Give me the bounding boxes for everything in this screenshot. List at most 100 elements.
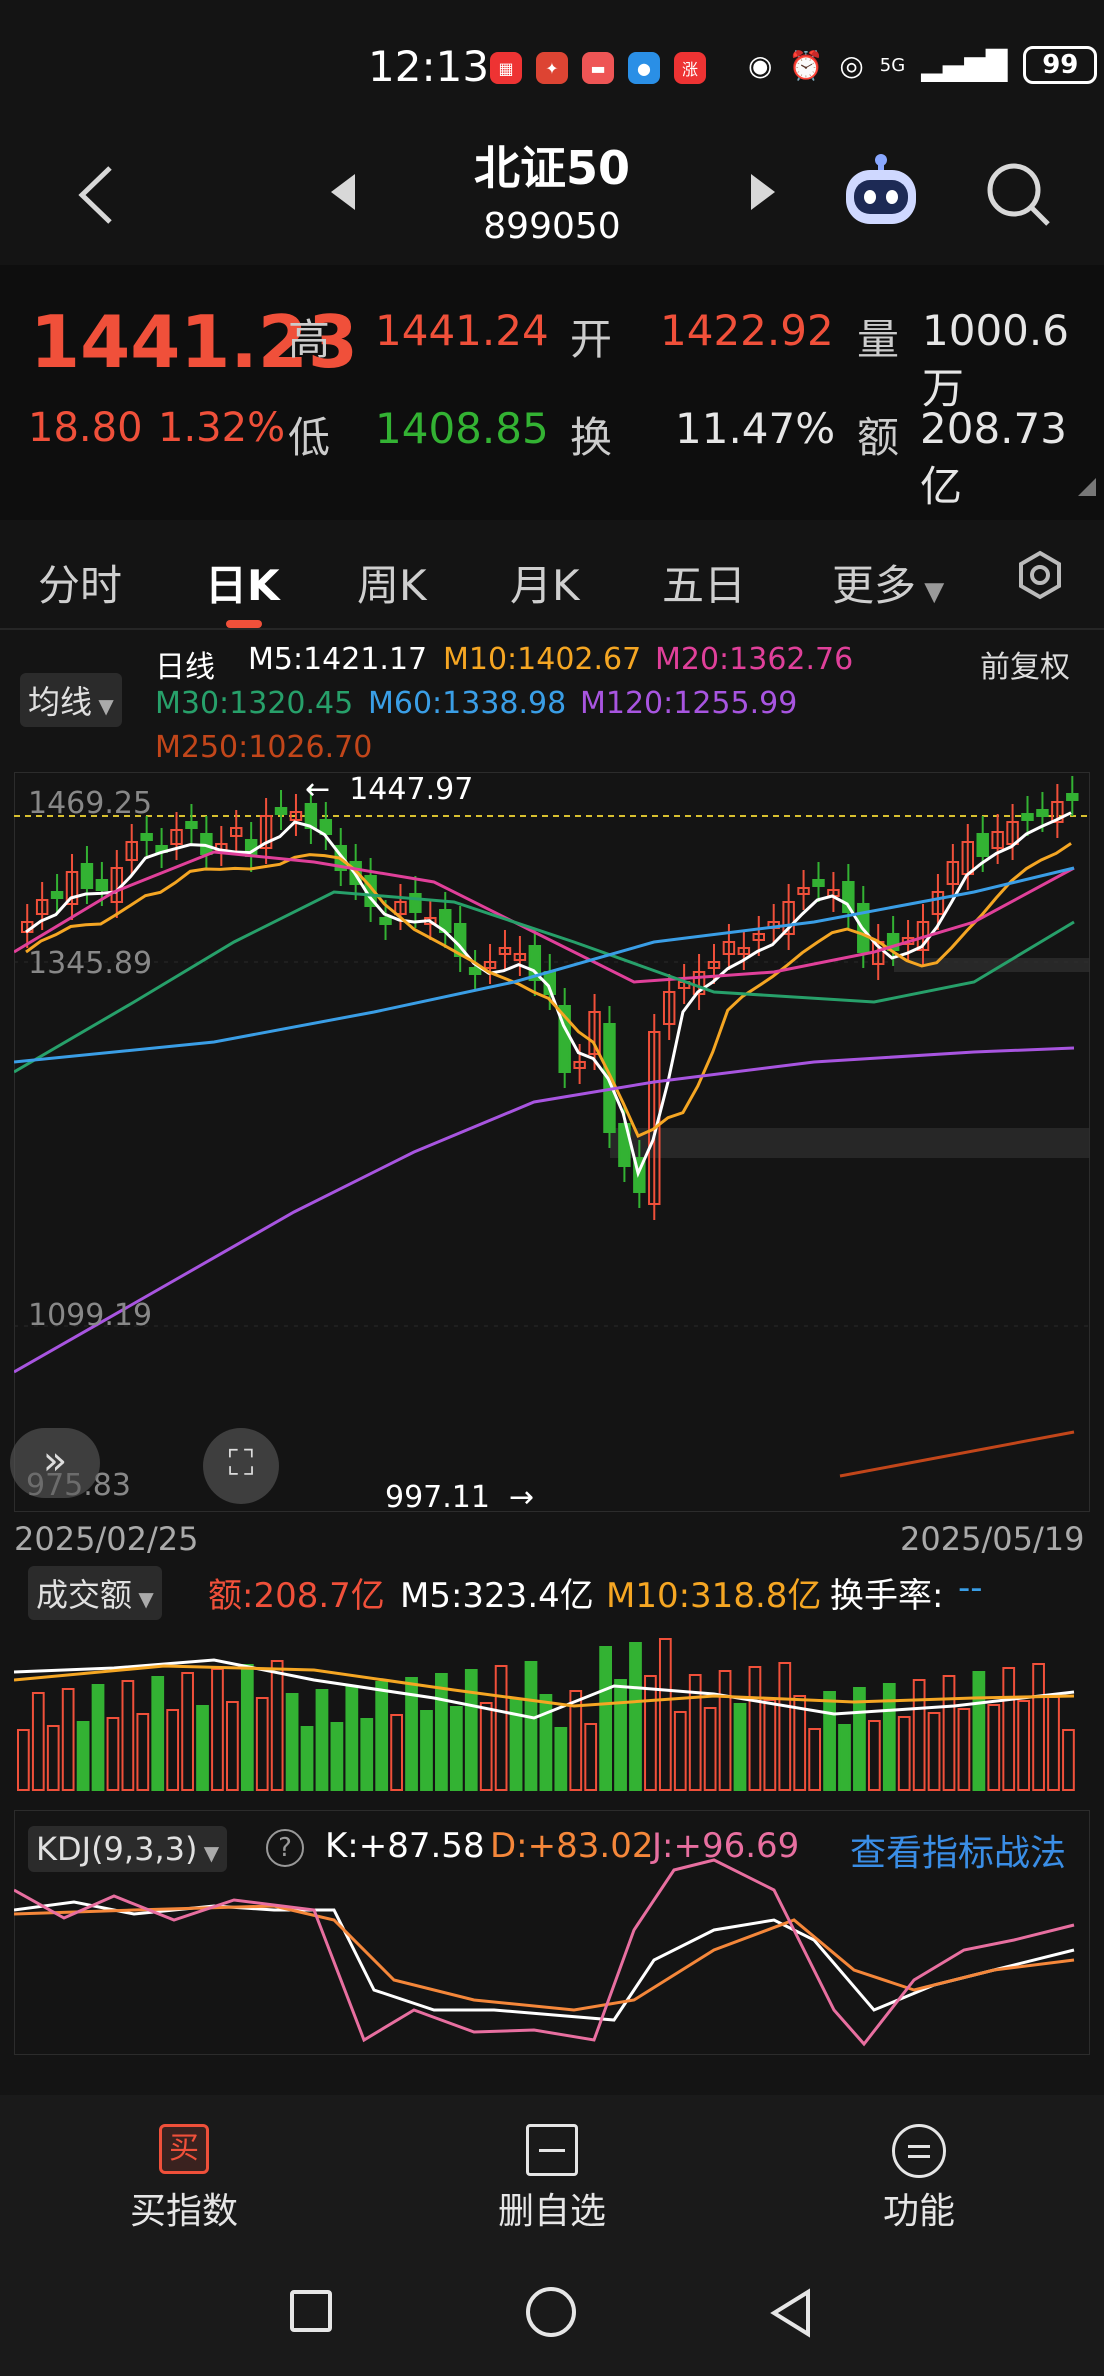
kdj-j-line <box>14 1858 1075 2047</box>
ma-m20: M20:1362.76 <box>655 642 854 677</box>
fullscreen-icon[interactable]: ⛶ <box>203 1428 279 1504</box>
volume-bar <box>524 1661 538 1791</box>
volume-chart[interactable] <box>14 1610 1090 1806</box>
price-band <box>610 1128 1090 1158</box>
volume-bar <box>942 1675 956 1791</box>
volume-bar <box>778 1662 792 1791</box>
candle-body <box>1066 793 1079 801</box>
function-label[interactable]: 功能 <box>819 2182 1019 2234</box>
remove-watchlist-icon[interactable] <box>526 2124 578 2176</box>
tab-more[interactable]: 更多 ▼ <box>832 552 944 613</box>
hongbao-icon: ▦ <box>490 52 522 84</box>
volume-bar <box>494 1665 508 1791</box>
volume-bar <box>255 1697 269 1791</box>
volume-bar <box>390 1714 403 1791</box>
volume-bar <box>226 1701 239 1791</box>
ma-title: 日线 <box>155 650 215 685</box>
volume-bar <box>1062 1729 1075 1791</box>
ma-m30: M30:1320.45 <box>155 686 354 721</box>
max-price-marker: ← 1447.97 <box>305 772 473 807</box>
price-change: 18.80 <box>28 405 143 451</box>
adjust-mode[interactable]: 前复权 <box>980 642 1070 686</box>
expand-left-icon[interactable]: » <box>10 1428 100 1498</box>
volume-bar <box>375 1681 389 1791</box>
tab-monthly-k[interactable]: 月K <box>510 552 580 613</box>
candle-body <box>409 893 422 913</box>
volume-bar <box>166 1709 180 1791</box>
chat-icon: ● <box>628 52 660 84</box>
ma-selector[interactable]: 均线 ▼ <box>20 673 122 727</box>
candle-body <box>274 807 288 815</box>
remove-watchlist-label[interactable]: 删自选 <box>452 2182 652 2234</box>
expand-corner-icon[interactable] <box>1078 478 1096 496</box>
battery-indicator: 99 <box>1023 46 1098 84</box>
ma-m5: M5:1421.17 <box>248 642 428 677</box>
page-title: 北证50 <box>473 141 630 195</box>
date-start: 2025/02/25 <box>14 1520 199 1558</box>
candle-body <box>140 833 153 841</box>
recent-apps-icon[interactable] <box>290 2290 332 2332</box>
amount-value: 208.73亿 <box>920 404 1067 511</box>
left-arrow-icon: ← <box>305 772 350 807</box>
next-stock-icon[interactable] <box>745 170 781 214</box>
min-price-marker: 997.11 → <box>385 1480 534 1515</box>
open-label: 开 <box>570 315 613 364</box>
high-value: 1441.24 <box>375 306 549 355</box>
y-axis-mid: 1345.89 <box>28 946 153 981</box>
volume-bar <box>31 1692 45 1791</box>
status-right: ◉ ⏰ ◎ 5G ▂▄▆█ 99 <box>748 46 1098 84</box>
low-value: 1408.85 <box>375 404 549 453</box>
turnover-label: 换 <box>570 413 613 462</box>
candle-body <box>976 833 989 857</box>
high-label: 高 <box>288 315 331 364</box>
volume-bar <box>46 1725 60 1791</box>
ma120-line <box>14 1046 1075 1374</box>
tab-daily-k[interactable]: 日K <box>205 552 280 613</box>
volume-bar <box>330 1722 344 1791</box>
ma-m120: M120:1255.99 <box>580 686 798 721</box>
volume-bar <box>748 1666 762 1791</box>
candle-body <box>80 863 94 889</box>
function-menu-icon[interactable] <box>892 2124 946 2178</box>
tab-weekly-k[interactable]: 周K <box>357 552 427 613</box>
volume-bar <box>614 1679 627 1791</box>
app3-icon: ▬ <box>582 52 614 84</box>
kdj-chart[interactable] <box>14 1810 1090 2055</box>
candle-body <box>185 821 198 829</box>
battery-level: 99 <box>1042 50 1079 80</box>
ma-selector-label: 均线 <box>28 683 93 721</box>
low-label: 低 <box>288 413 331 462</box>
chevron-down-icon: ▼ <box>92 694 114 718</box>
volume-bar <box>300 1726 314 1791</box>
home-icon[interactable] <box>526 2287 576 2337</box>
buy-index-label[interactable]: 买指数 <box>84 2182 284 2234</box>
buy-index-button[interactable]: 买 <box>132 2110 236 2174</box>
buy-icon: 买 <box>159 2124 209 2174</box>
candle-body <box>1036 809 1049 817</box>
min-price-label: 997.11 <box>385 1480 490 1515</box>
volume-bar <box>449 1706 463 1791</box>
volume-bar <box>360 1718 374 1791</box>
status-app-icons: ▦ ✦ ▬ ● 涨 <box>490 48 706 88</box>
volume-bar <box>808 1728 822 1791</box>
back-nav-icon[interactable] <box>768 2288 814 2338</box>
search-icon[interactable] <box>984 160 1054 230</box>
candle-body <box>379 917 392 925</box>
robot-assistant-icon[interactable] <box>838 150 924 230</box>
volume-bar <box>285 1693 299 1791</box>
volume-bar <box>345 1685 359 1791</box>
tab-five-day[interactable]: 五日 <box>662 552 746 613</box>
volume-bar <box>703 1707 717 1791</box>
status-bar: 12:13 ▦ ✦ ▬ ● 涨 ◉ ⏰ ◎ 5G ▂▄▆█ 99 <box>0 0 1104 130</box>
kline-chart[interactable] <box>14 772 1090 1512</box>
volume-bar <box>629 1642 642 1791</box>
settings-icon[interactable] <box>1015 550 1065 600</box>
tab-intraday[interactable]: 分时 <box>38 552 122 613</box>
volume-bar <box>464 1669 478 1791</box>
app2-icon: ✦ <box>536 52 568 84</box>
volume-bar <box>181 1672 194 1791</box>
volume-bar <box>554 1727 568 1791</box>
volume-bar <box>987 1704 1001 1791</box>
volume-bar <box>957 1708 971 1791</box>
volume-bar <box>61 1688 75 1791</box>
